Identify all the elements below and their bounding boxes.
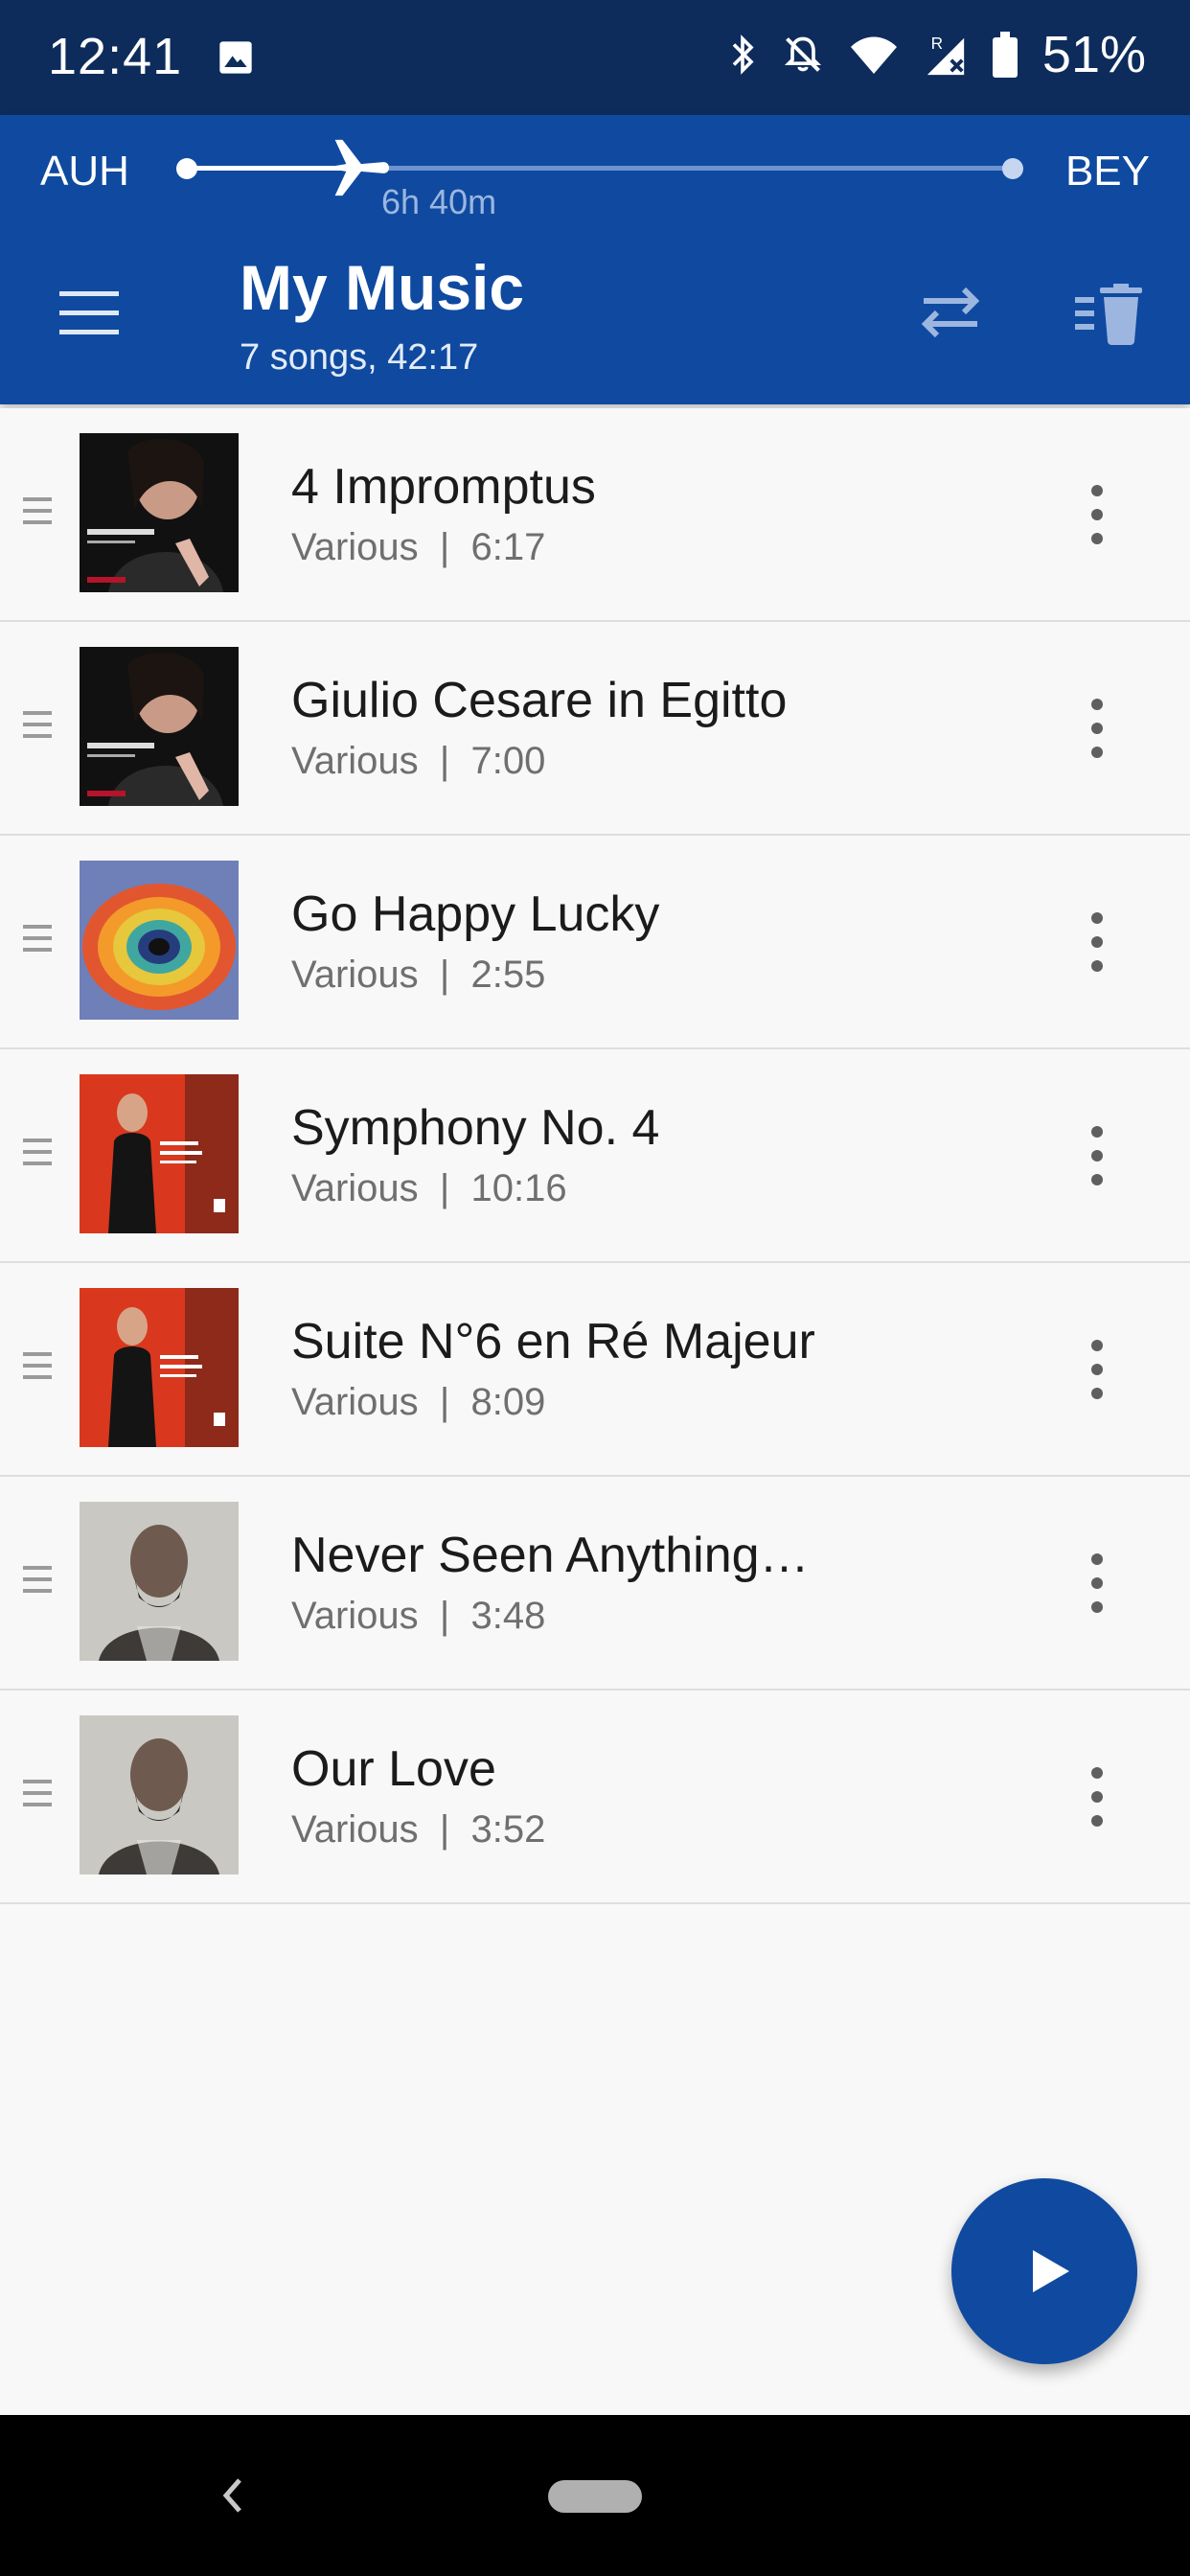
song-duration: 3:52	[470, 1808, 546, 1851]
app-header: AUH 6h 40m BEY My Music 7 songs, 42:17	[0, 115, 1190, 404]
song-artist: Various	[291, 526, 419, 568]
song-title: Our Love	[291, 1741, 496, 1797]
clear-playlist-icon[interactable]	[1075, 284, 1144, 345]
album-cover	[80, 433, 239, 592]
more-options-icon[interactable]	[1077, 1550, 1117, 1617]
drag-handle-icon[interactable]	[23, 1563, 52, 1596]
song-artist: Various	[291, 1808, 419, 1851]
album-cover	[80, 1288, 239, 1447]
destination-airport: BEY	[1064, 148, 1150, 195]
song-row[interactable]: Symphony No. 4 Various | 10:16	[0, 1049, 1190, 1263]
page-title: My Music	[240, 252, 525, 323]
song-title: Symphony No. 4	[291, 1100, 660, 1156]
more-options-icon[interactable]	[1077, 1122, 1117, 1189]
song-artist: Various	[291, 1595, 419, 1637]
meta-separator: |	[439, 1595, 450, 1637]
drag-handle-icon[interactable]	[23, 922, 52, 954]
song-row[interactable]: Giulio Cesare in Egitto Various | 7:00	[0, 622, 1190, 836]
song-title: Giulio Cesare in Egitto	[291, 673, 788, 728]
menu-icon[interactable]	[56, 286, 123, 339]
song-title: Never Seen Anything…	[291, 1528, 810, 1583]
album-cover	[80, 647, 239, 806]
svg-text:R: R	[931, 34, 943, 53]
drag-handle-icon[interactable]	[23, 708, 52, 741]
more-options-icon[interactable]	[1077, 1763, 1117, 1830]
meta-separator: |	[439, 954, 450, 996]
album-cover	[80, 1715, 239, 1874]
meta-separator: |	[439, 1381, 450, 1423]
shuffle-icon[interactable]	[916, 276, 985, 345]
home-pill[interactable]	[548, 2480, 642, 2513]
song-meta: Various | 6:17	[291, 526, 545, 569]
meta-separator: |	[439, 526, 450, 568]
play-icon	[1033, 2250, 1069, 2292]
song-meta: Various | 2:55	[291, 954, 545, 997]
song-list: 4 Impromptus Various | 6:17 Giulio Cesare …	[0, 408, 1190, 1904]
drag-handle-icon[interactable]	[23, 1349, 52, 1382]
destination-dot	[1002, 158, 1023, 179]
system-nav-bar	[0, 2415, 1190, 2576]
song-row[interactable]: Our Love Various | 3:52	[0, 1690, 1190, 1904]
more-options-icon[interactable]	[1077, 908, 1117, 976]
back-icon[interactable]	[213, 2469, 251, 2522]
song-artist: Various	[291, 740, 419, 782]
song-duration: 6:17	[470, 526, 546, 568]
status-icons: R 51%	[728, 25, 1146, 84]
more-options-icon[interactable]	[1077, 695, 1117, 762]
meta-separator: |	[439, 1167, 450, 1209]
song-artist: Various	[291, 954, 419, 996]
song-duration: 7:00	[470, 740, 546, 782]
song-title: Suite N°6 en Ré Majeur	[291, 1314, 815, 1369]
song-title: 4 Impromptus	[291, 459, 596, 515]
song-meta: Various | 7:00	[291, 740, 545, 783]
battery-icon	[992, 32, 1018, 78]
meta-separator: |	[439, 740, 450, 782]
drag-handle-icon[interactable]	[23, 1777, 52, 1809]
meta-separator: |	[439, 1808, 450, 1851]
bluetooth-icon	[732, 34, 754, 75]
song-duration: 8:09	[470, 1381, 546, 1423]
song-duration: 2:55	[470, 954, 546, 996]
song-row[interactable]: Never Seen Anything… Various | 3:48	[0, 1477, 1190, 1690]
song-duration: 10:16	[470, 1167, 567, 1209]
battery-percent: 51%	[1041, 26, 1146, 83]
play-all-button[interactable]	[951, 2178, 1137, 2364]
song-artist: Various	[291, 1167, 419, 1209]
image-icon	[219, 41, 252, 74]
album-cover	[80, 1074, 239, 1233]
drag-handle-icon[interactable]	[23, 1136, 52, 1168]
status-time: 12:41	[48, 28, 183, 85]
album-cover	[80, 1502, 239, 1661]
song-artist: Various	[291, 1381, 419, 1423]
flight-progress: AUH 6h 40m BEY	[0, 115, 1190, 230]
song-row[interactable]: Suite N°6 en Ré Majeur Various | 8:09	[0, 1263, 1190, 1477]
playlist-summary: 7 songs, 42:17	[240, 337, 479, 378]
more-options-icon[interactable]	[1077, 481, 1117, 548]
more-options-icon[interactable]	[1077, 1336, 1117, 1403]
album-cover	[80, 861, 239, 1020]
song-row[interactable]: Go Happy Lucky Various | 2:55	[0, 836, 1190, 1049]
signal-roaming-icon: R	[927, 34, 965, 76]
notifications-off-icon	[784, 36, 821, 72]
origin-dot	[176, 158, 197, 179]
song-meta: Various | 3:52	[291, 1808, 545, 1852]
status-bar: 12:41 R 51%	[0, 0, 1190, 115]
wifi-icon	[850, 36, 897, 74]
flight-time-remaining: 6h 40m	[381, 182, 497, 221]
song-meta: Various | 10:16	[291, 1167, 567, 1210]
song-title: Go Happy Lucky	[291, 886, 660, 942]
origin-airport: AUH	[40, 148, 129, 195]
song-meta: Various | 8:09	[291, 1381, 545, 1424]
drag-handle-icon[interactable]	[23, 494, 52, 527]
song-duration: 3:48	[470, 1595, 546, 1637]
song-row[interactable]: 4 Impromptus Various | 6:17	[0, 408, 1190, 622]
song-meta: Various | 3:48	[291, 1595, 545, 1638]
